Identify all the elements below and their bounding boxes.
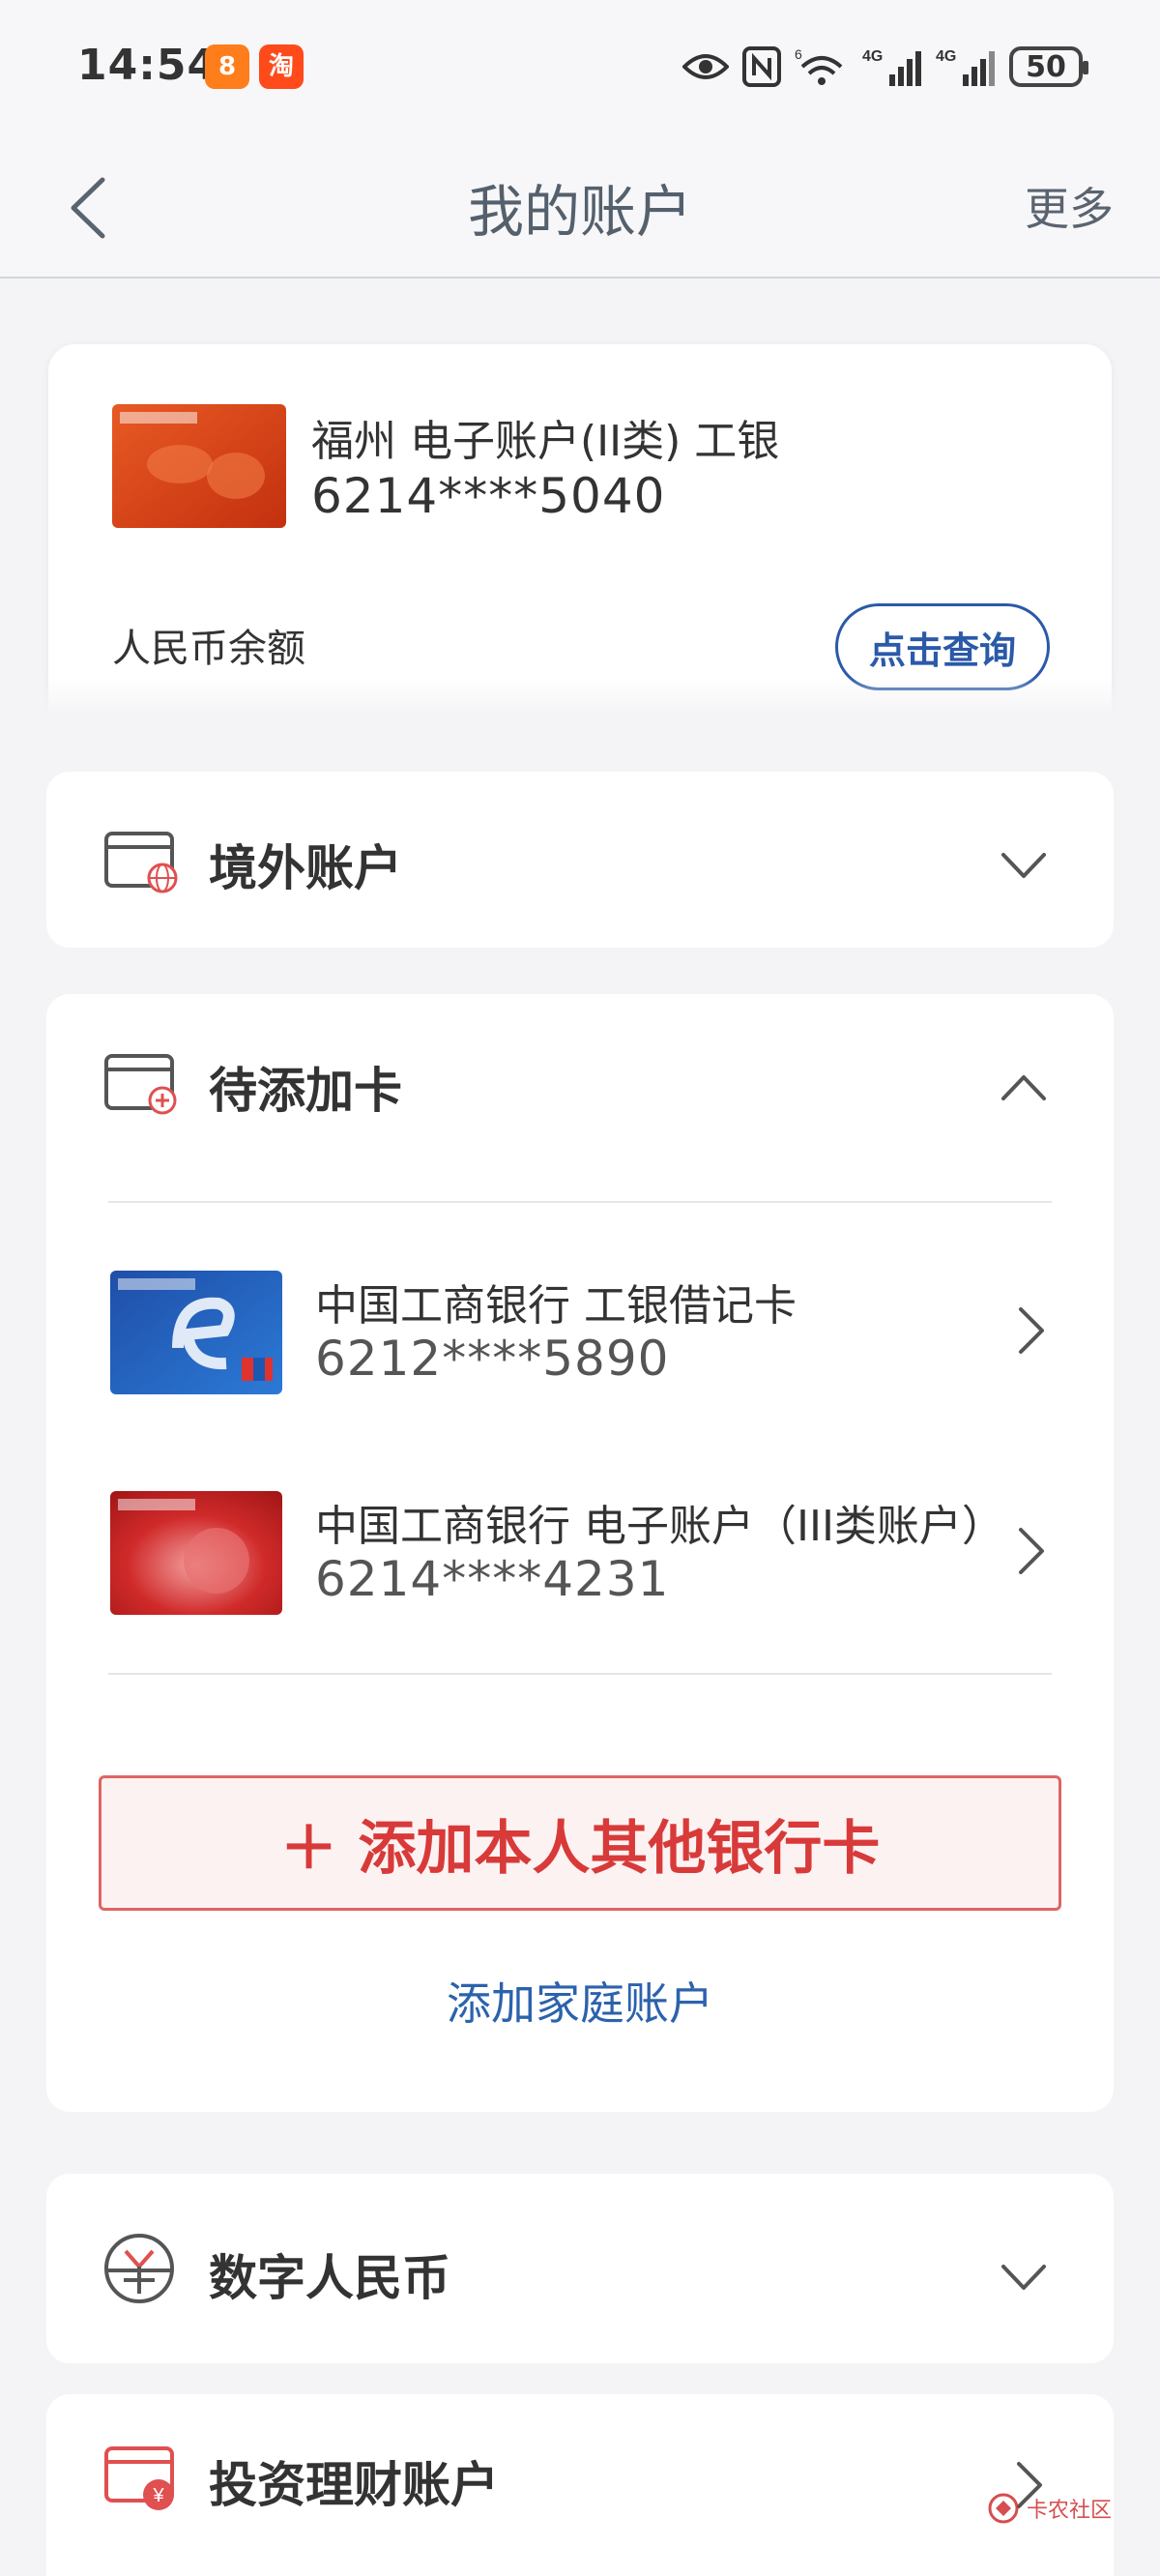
pending-cards-header[interactable]: 待添加卡: [46, 994, 1114, 1170]
page-title: 我的账户: [467, 179, 692, 245]
digital-rmb-section[interactable]: 数字人民币: [46, 2174, 1114, 2363]
nfc-icon: [742, 45, 781, 88]
icbc-debit-card-image: [110, 1271, 282, 1394]
wifi-icon: 6: [795, 45, 849, 88]
watermark-logo-icon: [988, 2493, 1019, 2524]
bank-card-number: 6214****4231: [315, 1551, 670, 1607]
watermark: 卡农社区: [986, 2491, 1112, 2526]
card-add-icon: [102, 1050, 180, 1118]
chevron-down-icon: [998, 2251, 1050, 2303]
eye-icon: [682, 45, 729, 88]
taobao-app-icon: 淘: [259, 44, 304, 89]
chevron-right-icon: [1013, 1303, 1048, 1358]
status-time: 14:54: [77, 41, 218, 90]
divider: [108, 1673, 1052, 1675]
account-name: 福州 电子账户(II类) 工银: [311, 417, 780, 466]
overseas-account-title: 境外账户: [209, 840, 402, 896]
watermark-text: 卡农社区: [1026, 2499, 1112, 2523]
pending-cards-title: 待添加卡: [209, 1063, 402, 1119]
chevron-down-icon: [998, 839, 1050, 892]
investment-account-title: 投资理财账户: [209, 2457, 499, 2513]
card-globe-icon: [102, 828, 180, 895]
bank-card-number: 6212****5890: [315, 1331, 670, 1387]
bank-card-name: 中国工商银行 工银借记卡: [315, 1281, 797, 1331]
overseas-account-section[interactable]: 境外账户: [46, 772, 1114, 948]
digital-yuan-icon: [102, 2232, 180, 2303]
bank-card-name: 中国工商银行 电子账户（III类账户）: [315, 1502, 1004, 1551]
digital-rmb-title: 数字人民币: [209, 2250, 450, 2306]
icbc-e-account-card-image: [110, 1491, 282, 1615]
card-fade-overlay: [0, 677, 1160, 735]
svg-text:4G: 4G: [862, 48, 883, 65]
pending-card-row[interactable]: 中国工商银行 工银借记卡 6212****5890: [46, 1253, 1114, 1408]
svg-text:6: 6: [795, 46, 802, 62]
pending-cards-section: 待添加卡 中国工商银行 工银借记卡 6212****5890 中国工商银行 电子…: [46, 994, 1114, 2112]
card-money-icon: ¥: [102, 2443, 180, 2510]
navigation-bar: 我的账户 更多: [0, 135, 1160, 278]
add-other-bank-card-button[interactable]: ＋ 添加本人其他银行卡: [99, 1775, 1061, 1911]
investment-account-header[interactable]: ¥ 投资理财账户: [46, 2394, 1114, 2570]
svg-text:4G: 4G: [936, 48, 956, 65]
overseas-account-header[interactable]: 境外账户: [46, 772, 1114, 948]
status-bar: 14:54 8 淘 6 4G 4G 50: [0, 0, 1160, 135]
icbc-card-image: [112, 404, 286, 528]
more-button[interactable]: 更多: [1025, 174, 1114, 238]
chevron-up-icon: [998, 1062, 1050, 1114]
balance-label: 人民币余额: [112, 627, 305, 671]
divider: [108, 1201, 1052, 1203]
battery-indicator: 50: [1009, 46, 1088, 87]
signal-4g-icon: 4G: [862, 45, 922, 88]
pending-card-row[interactable]: 中国工商银行 电子账户（III类账户） 6214****4231: [46, 1474, 1114, 1628]
svg-text:¥: ¥: [152, 2485, 164, 2506]
digital-rmb-header[interactable]: 数字人民币: [46, 2174, 1114, 2350]
add-family-account-link[interactable]: 添加家庭账户: [46, 1969, 1114, 2033]
signal-4g-icon-2: 4G: [936, 45, 996, 88]
account-number: 6214****5040: [311, 468, 666, 524]
notification-app-icon: 8: [205, 44, 249, 89]
status-icons: 6 4G 4G 50: [682, 43, 1088, 91]
investment-account-section[interactable]: ¥ 投资理财账户: [46, 2394, 1114, 2576]
chevron-right-icon: [1013, 1524, 1048, 1578]
account-card[interactable]: 福州 电子账户(II类) 工银 6214****5040 人民币余额 点击查询: [48, 344, 1112, 712]
